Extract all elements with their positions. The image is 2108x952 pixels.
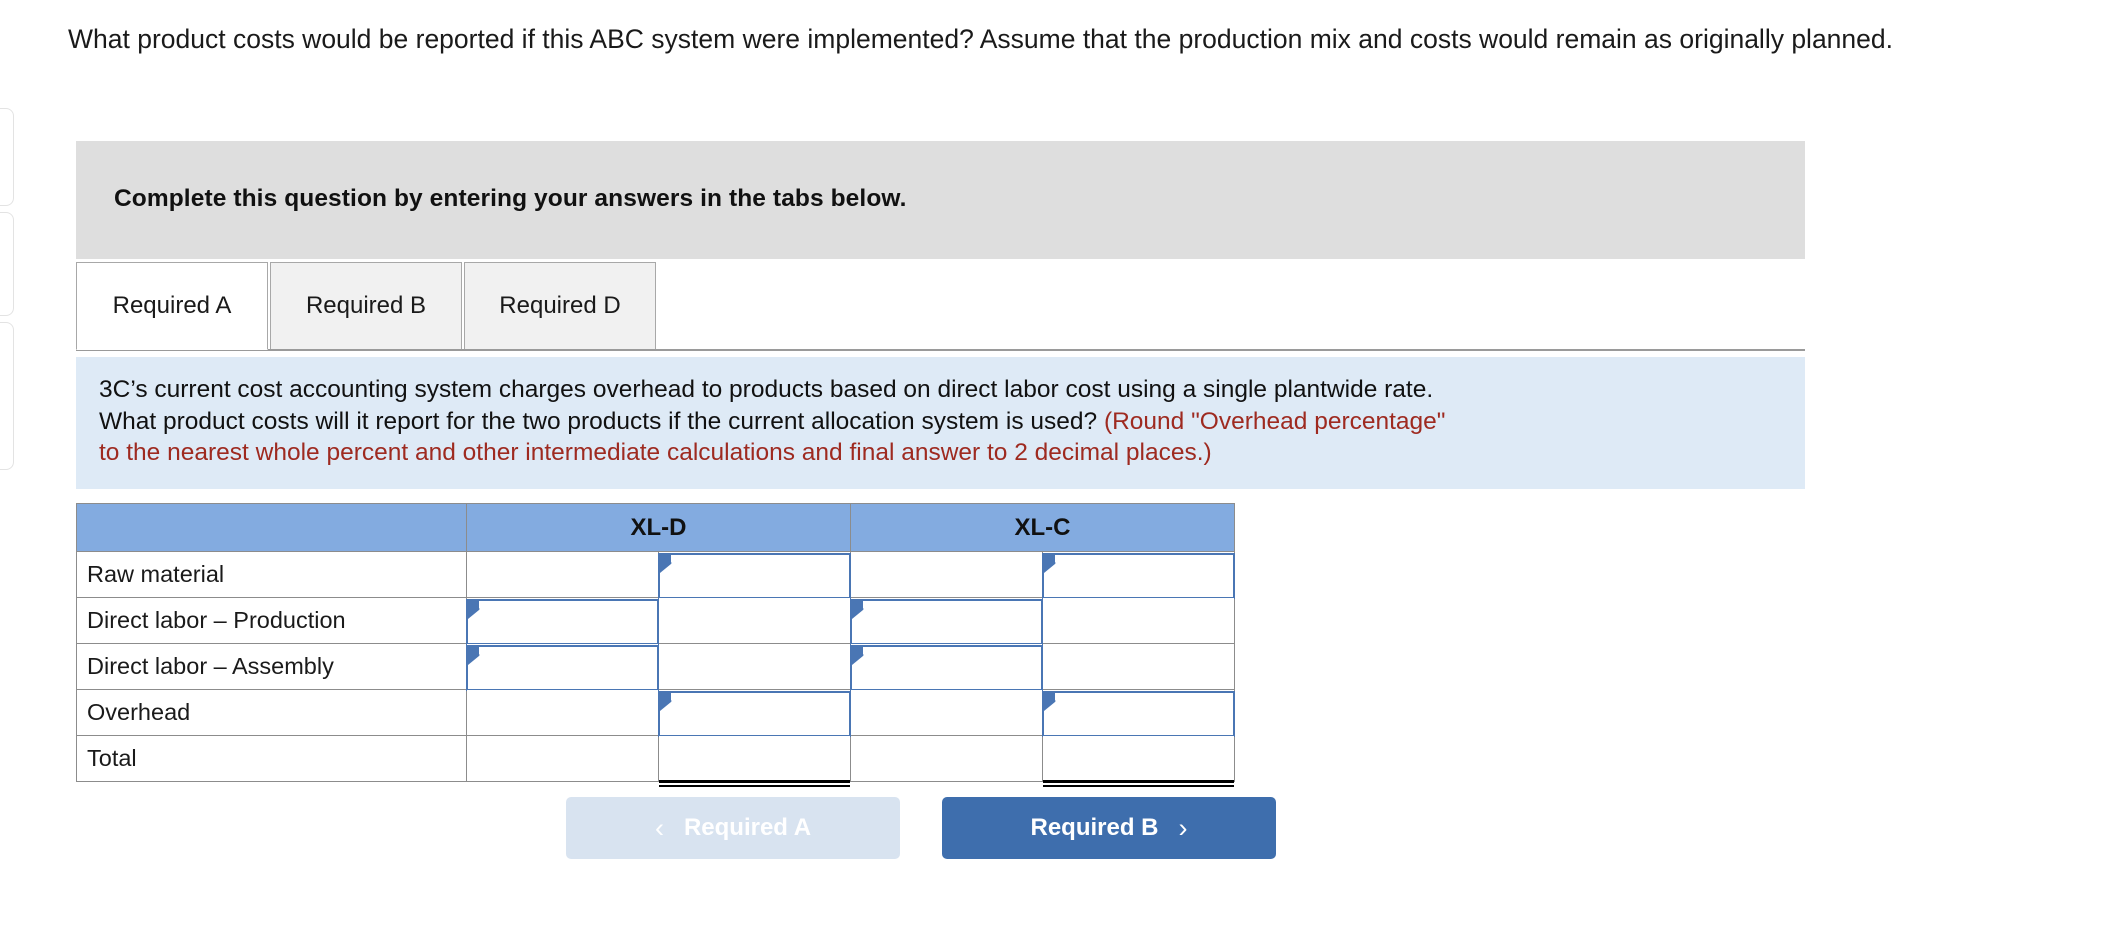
input-dl-assembly-xl-c[interactable]	[850, 645, 1043, 691]
input-raw-material-xl-c[interactable]	[1042, 553, 1235, 599]
requirement-info-text: 3C’s current cost accounting system char…	[99, 374, 1789, 469]
table-row: Direct labor – Production	[76, 597, 1235, 645]
cell-total-xl-d-left	[466, 735, 659, 782]
table-row: Overhead	[76, 689, 1235, 737]
cell-overhead-xl-d-left	[466, 689, 659, 736]
tab-strip-underline	[76, 349, 1805, 351]
cell-dl-production-xl-d-input[interactable]	[466, 597, 659, 645]
left-panel-edge-top	[0, 108, 14, 206]
cell-overhead-xl-c-input[interactable]	[1042, 689, 1235, 737]
table-header-xl-d: XL-D	[466, 503, 851, 552]
left-panel-edge-middle	[0, 212, 14, 316]
cell-overhead-xl-c-left	[850, 689, 1043, 736]
cell-raw-material-xl-c-left	[850, 551, 1043, 598]
input-dl-production-xl-d[interactable]	[466, 599, 659, 645]
previous-requirement-button[interactable]: ‹ Required A	[566, 797, 900, 859]
entry-marker-icon	[853, 648, 864, 662]
input-raw-material-xl-d[interactable]	[658, 553, 851, 599]
cell-raw-material-xl-d-input[interactable]	[658, 551, 851, 599]
table-row: Direct labor – Assembly	[76, 643, 1235, 691]
requirement-info-panel: 3C’s current cost accounting system char…	[76, 357, 1805, 489]
cell-dl-assembly-xl-c-input[interactable]	[850, 643, 1043, 691]
tab-required-a-label: Required A	[112, 292, 232, 319]
table-row: Total	[76, 735, 1235, 788]
instruction-banner: Complete this question by entering your …	[76, 141, 1805, 259]
info-line-2-black: What product costs will it report for th…	[99, 407, 1104, 435]
cell-dl-production-xl-c-input[interactable]	[850, 597, 1043, 645]
table-header-row: XL-D XL-C	[76, 503, 1235, 552]
info-line-3-red: to the nearest whole percent and other i…	[99, 439, 1212, 466]
tab-required-d-label: Required D	[499, 292, 621, 319]
row-label-direct-labor-production: Direct labor – Production	[76, 597, 467, 644]
info-line-2-red: (Round "Overhead percentage"	[1103, 407, 1446, 435]
input-dl-assembly-xl-d[interactable]	[466, 645, 659, 691]
question-prompt: What product costs would be reported if …	[68, 24, 1893, 54]
cell-total-xl-c	[1042, 735, 1235, 788]
row-label-raw-material: Raw material	[76, 551, 467, 598]
input-overhead-xl-c[interactable]	[1042, 691, 1235, 737]
cell-dl-production-xl-c-right	[1042, 597, 1235, 644]
left-panel-edge-bottom	[0, 322, 14, 470]
tab-required-b[interactable]: Required B	[270, 262, 462, 350]
cell-dl-production-xl-d-right	[658, 597, 851, 644]
input-overhead-xl-d[interactable]	[658, 691, 851, 737]
input-dl-production-xl-c[interactable]	[850, 599, 1043, 645]
next-requirement-label: Required B	[1030, 814, 1159, 841]
tab-required-a[interactable]: Required A	[76, 262, 268, 350]
entry-marker-icon	[469, 602, 480, 616]
cell-overhead-xl-d-input[interactable]	[658, 689, 851, 737]
table-header-xl-c: XL-C	[850, 503, 1235, 552]
table-corner-header	[76, 503, 467, 552]
entry-marker-icon	[469, 648, 480, 662]
cell-dl-assembly-xl-c-right	[1042, 643, 1235, 690]
entry-marker-icon	[1045, 694, 1056, 708]
cell-raw-material-xl-d-left	[466, 551, 659, 598]
cell-dl-assembly-xl-d-right	[658, 643, 851, 690]
table-row: Raw material	[76, 551, 1235, 599]
cell-total-xl-c-left	[850, 735, 1043, 782]
chevron-left-icon: ‹	[654, 812, 664, 843]
cell-dl-assembly-xl-d-input[interactable]	[466, 643, 659, 691]
row-label-overhead: Overhead	[76, 689, 467, 736]
entry-marker-icon	[853, 602, 864, 616]
previous-requirement-label: Required A	[683, 814, 812, 841]
entry-marker-icon	[1045, 556, 1056, 570]
product-cost-table: XL-D XL-C Raw material Direct labor – Pr…	[76, 503, 1235, 788]
row-label-total: Total	[76, 735, 467, 782]
chevron-right-icon: ›	[1178, 812, 1188, 843]
instruction-banner-text: Complete this question by entering your …	[114, 185, 907, 212]
info-line-1: 3C’s current cost accounting system char…	[99, 376, 1434, 403]
entry-marker-icon	[661, 556, 672, 570]
row-label-direct-labor-assembly: Direct labor – Assembly	[76, 643, 467, 690]
cell-raw-material-xl-c-input[interactable]	[1042, 551, 1235, 599]
entry-marker-icon	[661, 694, 672, 708]
cell-total-xl-d	[658, 735, 851, 788]
tab-required-b-label: Required B	[305, 292, 427, 319]
tab-required-d[interactable]: Required D	[464, 262, 656, 350]
next-requirement-button[interactable]: Required B ›	[942, 797, 1276, 859]
